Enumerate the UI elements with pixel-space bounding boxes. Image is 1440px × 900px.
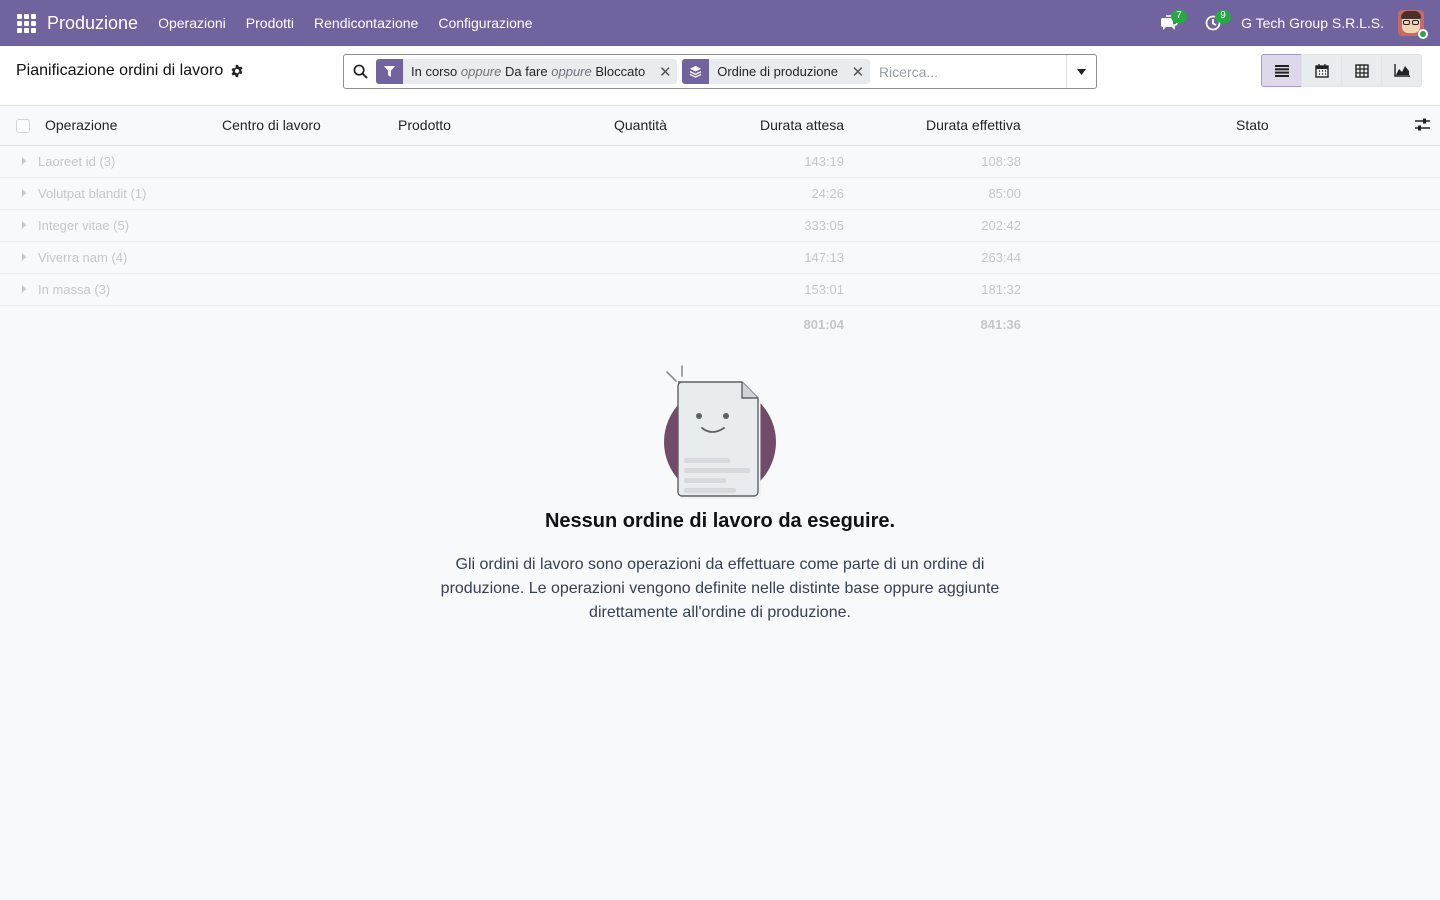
totals-row: 801:04 841:36 xyxy=(0,306,1440,342)
grid-icon xyxy=(16,13,36,33)
groupby-facet: Ordine di produzione ✕ xyxy=(682,59,870,84)
caret-right-icon xyxy=(22,157,26,165)
group-row[interactable]: Laoreet id (3) 143:19 108:38 xyxy=(0,146,1440,178)
caret-right-icon xyxy=(22,285,26,293)
empty-state-title: Nessun ordine di lavoro da eseguire. xyxy=(544,510,896,532)
filter-icon xyxy=(376,59,403,84)
filter-facet-values: In corso oppure Da fare oppure Bloccato xyxy=(411,64,646,79)
remove-filter-facet-button[interactable]: ✕ xyxy=(653,63,677,81)
column-header-expected-duration[interactable]: Durata attesa xyxy=(760,117,844,133)
pivot-view-button[interactable] xyxy=(1341,54,1382,87)
layers-icon xyxy=(682,59,710,84)
select-all-checkbox[interactable] xyxy=(16,119,30,133)
empty-state: Nessun ordine di lavoro da eseguire. Gli… xyxy=(0,360,1440,625)
top-navbar: Produzione Operazioni Prodotti Rendicont… xyxy=(0,0,1440,46)
user-avatar[interactable] xyxy=(1398,10,1428,39)
caret-right-icon xyxy=(22,253,26,261)
graph-view-button[interactable] xyxy=(1381,54,1422,87)
search-input[interactable] xyxy=(874,55,1066,88)
optional-columns-toggle[interactable] xyxy=(1415,118,1430,134)
column-header-state[interactable]: Stato xyxy=(1236,117,1269,133)
page-title: Pianificazione ordini di lavoro xyxy=(16,62,224,79)
messages-button[interactable]: 7 xyxy=(1147,0,1191,46)
total-actual-duration: 841:36 xyxy=(980,317,1021,332)
messages-badge: 7 xyxy=(1171,10,1188,23)
group-row[interactable]: Viverra nam (4) 147:13 263:44 xyxy=(0,242,1440,274)
menu-item-operazioni[interactable]: Operazioni xyxy=(148,0,236,46)
groupby-facet-label: Ordine di produzione xyxy=(717,64,838,79)
control-panel: Pianificazione ordini di lavoro In corso… xyxy=(0,46,1440,106)
gear-icon[interactable] xyxy=(230,64,244,78)
company-switcher[interactable]: G Tech Group S.R.L.S. xyxy=(1241,15,1384,31)
empty-document-illustration xyxy=(664,365,776,499)
breadcrumb: Pianificazione ordini di lavoro xyxy=(16,62,244,80)
graph-icon xyxy=(1393,64,1410,77)
remove-groupby-facet-button[interactable]: ✕ xyxy=(846,63,870,81)
sliders-icon xyxy=(1415,118,1430,131)
activities-button[interactable]: 9 xyxy=(1191,0,1235,46)
menu-item-configurazione[interactable]: Configurazione xyxy=(428,0,542,46)
list-view-button[interactable] xyxy=(1261,54,1302,87)
caret-down-icon xyxy=(1077,68,1086,75)
group-row[interactable]: Integer vitae (5) 333:05 202:42 xyxy=(0,210,1440,242)
view-switcher xyxy=(1261,54,1422,87)
menu-item-prodotti[interactable]: Prodotti xyxy=(236,0,304,46)
apps-menu-button[interactable] xyxy=(0,0,52,46)
search-options-toggle[interactable] xyxy=(1066,55,1096,88)
list-icon xyxy=(1274,64,1289,77)
column-header-product[interactable]: Prodotto xyxy=(398,117,451,133)
pivot-icon xyxy=(1354,63,1369,78)
caret-right-icon xyxy=(22,189,26,197)
group-row[interactable]: Volutpat blandit (1) 24:26 85:00 xyxy=(0,178,1440,210)
column-header-operation[interactable]: Operazione xyxy=(45,117,117,133)
empty-state-text: Gli ordini di lavoro sono operazioni da … xyxy=(440,556,1000,621)
filter-facet: In corso oppure Da fare oppure Bloccato … xyxy=(376,59,678,84)
online-status-dot xyxy=(1418,29,1428,39)
menu-item-rendicontazione[interactable]: Rendicontazione xyxy=(304,0,428,46)
column-header-actual-duration[interactable]: Durata effettiva xyxy=(926,117,1021,133)
app-name[interactable]: Produzione xyxy=(47,13,138,34)
calendar-icon xyxy=(1314,63,1329,78)
group-row[interactable]: In massa (3) 153:01 181:32 xyxy=(0,274,1440,306)
caret-right-icon xyxy=(22,221,26,229)
calendar-view-button[interactable] xyxy=(1301,54,1342,87)
activities-badge: 9 xyxy=(1215,10,1232,23)
total-expected-duration: 801:04 xyxy=(803,317,844,332)
workorder-list: Operazione Centro di lavoro Prodotto Qua… xyxy=(0,106,1440,342)
search-bar: In corso oppure Da fare oppure Bloccato … xyxy=(343,54,1097,89)
column-header-quantity[interactable]: Quantità xyxy=(614,117,667,133)
column-header-workcenter[interactable]: Centro di lavoro xyxy=(222,117,321,133)
table-header: Operazione Centro di lavoro Prodotto Qua… xyxy=(0,106,1440,146)
search-icon xyxy=(344,64,376,79)
